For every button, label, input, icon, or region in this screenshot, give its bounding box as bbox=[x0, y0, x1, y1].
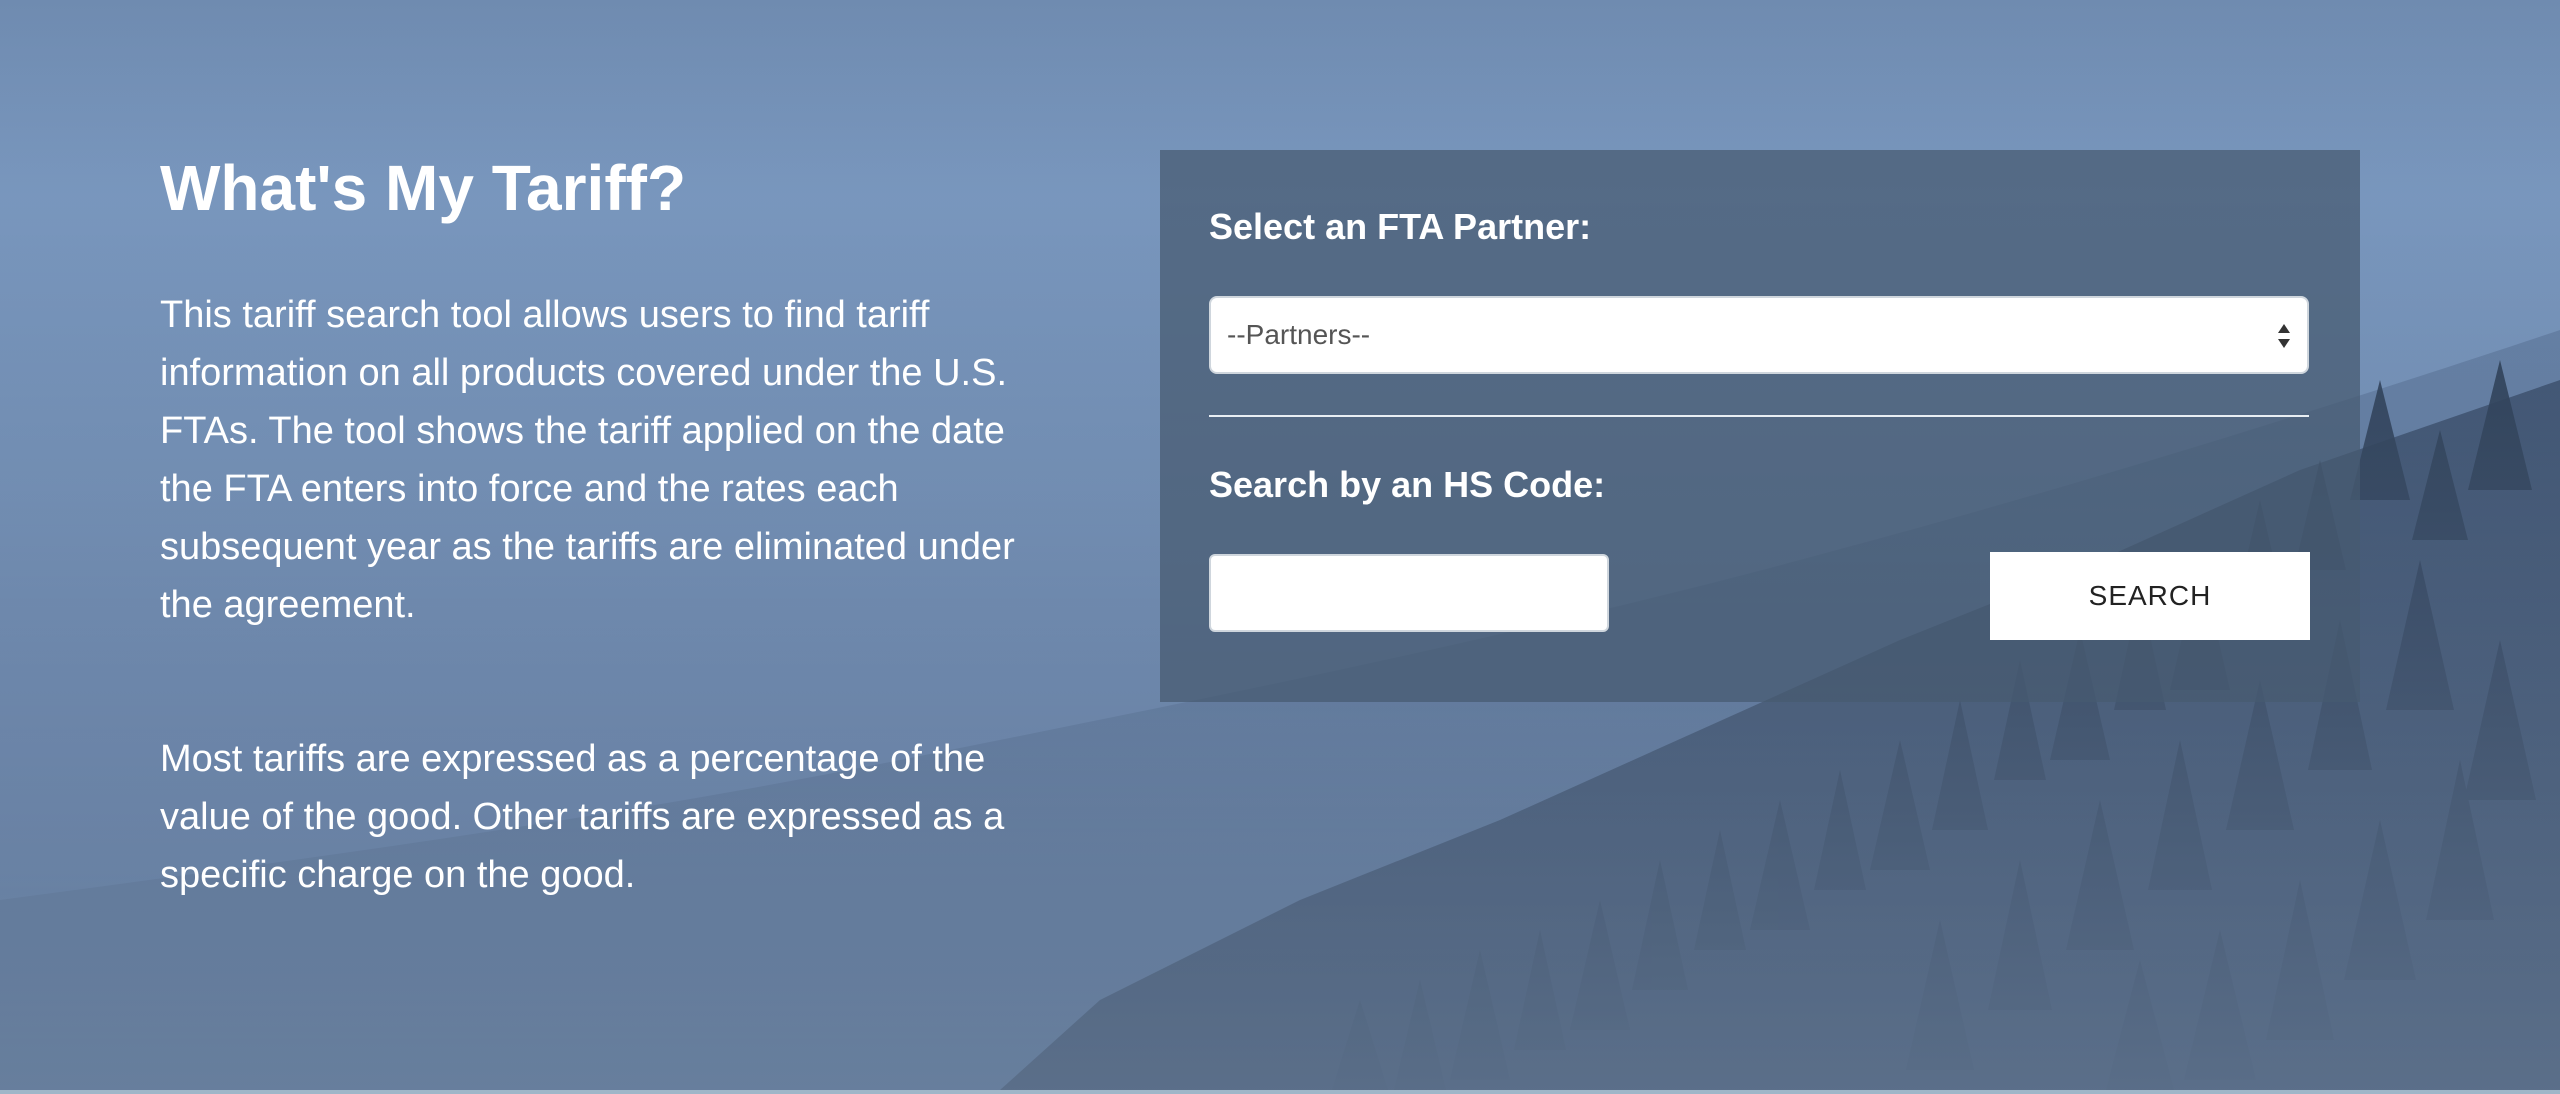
partner-select-value: --Partners-- bbox=[1227, 319, 1371, 350]
intro-section: What's My Tariff? This tariff search too… bbox=[160, 150, 1060, 904]
intro-paragraph: This tariff search tool allows users to … bbox=[160, 294, 1015, 626]
section-bottom-border bbox=[0, 1090, 2560, 1094]
partner-select[interactable]: --Partners-- bbox=[1209, 296, 2309, 374]
page-title: What's My Tariff? bbox=[160, 152, 687, 224]
hs-code-label: Search by an HS Code: bbox=[1209, 464, 1606, 505]
hs-code-input[interactable] bbox=[1209, 554, 1609, 632]
hero-section: What's My Tariff? This tariff search too… bbox=[0, 0, 2560, 1090]
tariff-note-paragraph: Most tariffs are expressed as a percenta… bbox=[160, 738, 1005, 896]
tariff-search-panel: Select an FTA Partner: --Partners-- Sear… bbox=[1160, 150, 2360, 702]
select-arrows-icon bbox=[2278, 324, 2290, 348]
partner-label: Select an FTA Partner: bbox=[1209, 206, 1592, 247]
divider bbox=[1209, 415, 2309, 417]
search-button[interactable]: SEARCH bbox=[1990, 552, 2310, 640]
